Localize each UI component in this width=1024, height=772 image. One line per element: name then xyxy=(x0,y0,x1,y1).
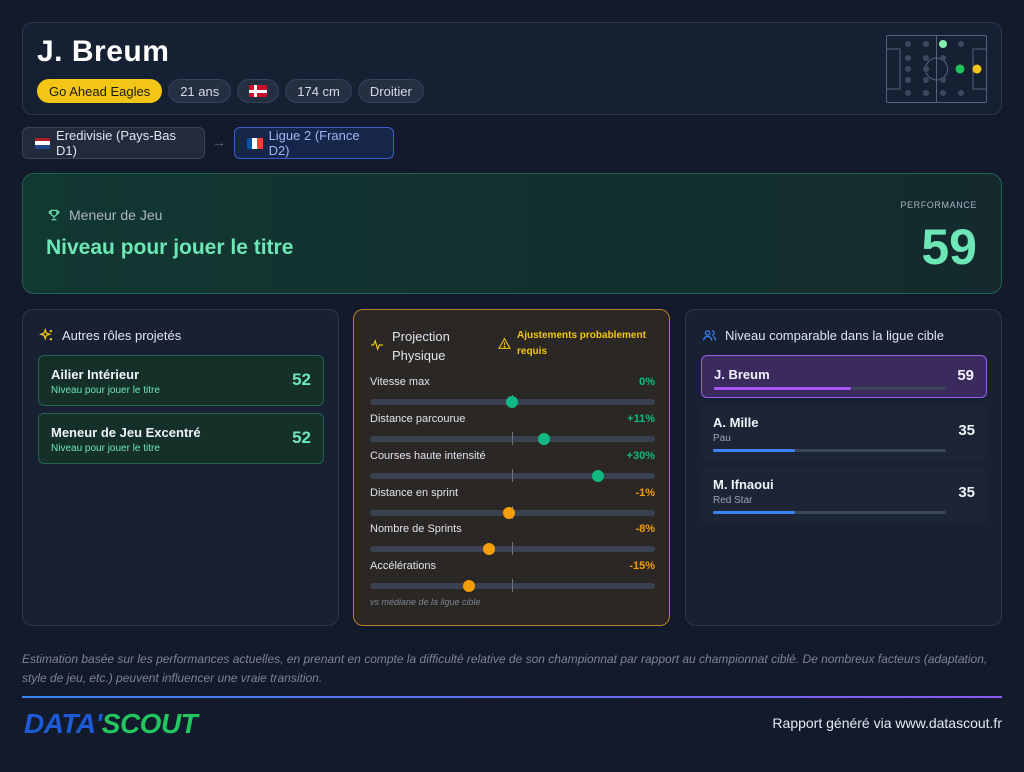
netherlands-flag-icon xyxy=(35,137,51,149)
physical-metric-row: Nombre de Sprints -8% xyxy=(370,523,655,555)
metric-median-marker xyxy=(512,579,513,592)
physical-title: Projection Physique xyxy=(370,327,462,365)
role-card: Meneur de Jeu Excentré Niveau pour jouer… xyxy=(38,413,324,464)
physical-metric-row: Accélérations -15% xyxy=(370,560,655,592)
height-badge: 174 cm xyxy=(285,79,352,103)
physical-footnote: vs médiane de la ligue cible xyxy=(370,597,481,607)
foot-badge: Droitier xyxy=(357,79,424,103)
player-name: J. Breum xyxy=(37,35,170,68)
main-role-card: Meneur de Jeu Niveau pour jouer le titre… xyxy=(22,173,1002,294)
metric-dot xyxy=(503,507,516,519)
metric-label: Distance en sprint xyxy=(370,487,459,499)
metric-label: Accélérations xyxy=(370,560,437,572)
adjustment-warning: Ajustements probablement requis xyxy=(498,328,657,360)
role-level: Niveau pour jouer le titre xyxy=(51,443,160,454)
performance-value: 59 xyxy=(921,219,977,275)
denmark-flag-icon xyxy=(249,85,268,97)
main-role-name: Meneur de Jeu xyxy=(69,207,163,223)
physical-metric-row: Vitesse max 0% xyxy=(370,376,655,408)
comparison-player-score: 59 xyxy=(957,367,974,384)
league-origin-label: Eredivisie (Pays-Bas D1) xyxy=(56,128,176,158)
league-target-label: Ligue 2 (France D2) xyxy=(268,128,360,158)
trophy-icon xyxy=(48,209,60,221)
club-badge: Go Ahead Eagles xyxy=(37,79,163,103)
logo-part-data: DATA' xyxy=(24,708,102,739)
metric-label: Courses haute intensité xyxy=(370,450,486,462)
comparison-player-club: Pau xyxy=(713,433,731,444)
role-name: Ailier Intérieur xyxy=(51,367,140,382)
activity-icon xyxy=(371,339,383,351)
metric-dot xyxy=(506,396,518,408)
metric-median-marker xyxy=(512,432,513,445)
comparison-player-score: 35 xyxy=(958,484,975,501)
player-tags: Go Ahead Eagles 21 ans 174 cm Droitier xyxy=(37,79,424,103)
main-role-level: Niveau pour jouer le titre xyxy=(46,236,294,259)
comparison-title: Niveau comparable dans la ligue cible xyxy=(702,328,944,343)
player-header-card: J. Breum Go Ahead Eagles 21 ans 174 cm D… xyxy=(22,22,1002,115)
other-roles-panel: Autres rôles projetés Ailier Intérieur N… xyxy=(22,309,339,626)
metric-value: +30% xyxy=(626,450,655,462)
main-role-title: Meneur de Jeu xyxy=(47,207,162,223)
comparison-player-name: J. Breum xyxy=(714,367,770,382)
pitch-position-icon xyxy=(886,35,987,103)
logo-part-scout: SCOUT xyxy=(101,708,198,739)
metric-dot xyxy=(592,470,604,482)
users-icon xyxy=(702,330,717,341)
physical-title-text: Projection Physique xyxy=(392,329,450,363)
comparison-bar-track xyxy=(713,449,946,452)
metric-value: -15% xyxy=(629,560,655,572)
comparison-bar-fill xyxy=(714,387,852,390)
metric-value: +11% xyxy=(627,413,655,425)
metric-median-marker xyxy=(512,542,513,555)
metric-value: -8% xyxy=(635,523,655,535)
comparison-bar-fill xyxy=(713,449,795,452)
role-level: Niveau pour jouer le titre xyxy=(51,385,160,396)
metric-label: Vitesse max xyxy=(370,376,430,388)
physical-projection-panel: Projection Physique Ajustements probable… xyxy=(353,309,670,626)
role-score: 52 xyxy=(292,428,311,447)
metric-dot xyxy=(483,543,496,555)
physical-metric-row: Distance parcourue +11% xyxy=(370,413,655,445)
metric-dot xyxy=(537,433,550,445)
metric-value: 0% xyxy=(639,376,655,388)
comparison-bar-fill xyxy=(713,511,795,514)
warning-icon xyxy=(498,337,511,349)
comparison-row-current-player: J. Breum 59 xyxy=(701,355,987,398)
metric-dot xyxy=(463,580,475,592)
france-flag-icon xyxy=(247,137,263,149)
physical-metric-row: Courses haute intensité +30% xyxy=(370,450,655,482)
metric-value: -1% xyxy=(635,487,655,499)
datascout-logo: DATA'SCOUT xyxy=(24,708,198,740)
comparison-player-name: A. Mille xyxy=(713,415,759,430)
arrow-right-icon: → xyxy=(212,134,226,150)
metric-label: Distance parcourue xyxy=(370,413,466,425)
comparison-player-score: 35 xyxy=(958,422,975,439)
comparison-player-name: M. Ifnaoui xyxy=(713,477,774,492)
role-name: Meneur de Jeu Excentré xyxy=(51,425,201,440)
age-badge: 21 ans xyxy=(168,79,232,103)
comparison-bar-track xyxy=(713,511,946,514)
comparison-panel: Niveau comparable dans la ligue cible J.… xyxy=(685,309,1002,626)
disclaimer-text: Estimation basée sur les performances ac… xyxy=(22,652,988,685)
comparison-bar-track xyxy=(714,387,947,390)
performance-label: PERFORMANCE xyxy=(900,200,977,210)
sparkles-icon xyxy=(39,328,53,341)
nationality-badge xyxy=(237,79,280,103)
physical-metric-row: Distance en sprint -1% xyxy=(370,487,655,519)
comparison-row: M. Ifnaoui Red Star 35 xyxy=(701,466,987,523)
metric-median-marker xyxy=(512,469,513,482)
other-roles-title: Autres rôles projetés xyxy=(39,328,181,343)
league-origin: Eredivisie (Pays-Bas D1) xyxy=(22,127,205,159)
warning-text: Ajustements probablement requis xyxy=(517,330,646,357)
footer-divider xyxy=(22,696,1002,698)
role-score: 52 xyxy=(292,370,311,389)
metric-label: Nombre de Sprints xyxy=(370,523,462,535)
comparison-player-club: Red Star xyxy=(713,495,753,506)
league-target: Ligue 2 (France D2) xyxy=(234,127,394,159)
comparison-row: A. Mille Pau 35 xyxy=(701,404,987,461)
role-card: Ailier Intérieur Niveau pour jouer le ti… xyxy=(38,355,324,406)
report-source-text: Rapport généré via www.datascout.fr xyxy=(772,715,1002,731)
